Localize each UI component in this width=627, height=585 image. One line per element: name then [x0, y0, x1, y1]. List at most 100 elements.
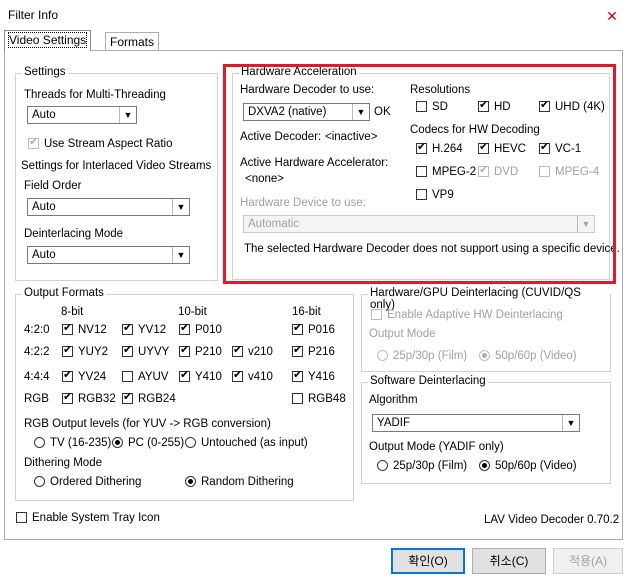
chevron-down-icon: ▼: [172, 247, 189, 263]
row-444-label: 4:4:4: [24, 371, 50, 383]
fmt-p010-checkbox[interactable]: [179, 322, 190, 335]
field-order-select[interactable]: Auto ▼: [27, 198, 190, 216]
hw-deint-video-label: 50p/60p (Video): [495, 350, 577, 362]
chevron-down-icon: ▼: [119, 107, 136, 123]
highlight-box: [223, 64, 616, 284]
fmt-v210-checkbox[interactable]: [232, 344, 243, 357]
tab-video-settings-label: Video Settings: [7, 32, 88, 48]
fmt-yuy2-label: YUY2: [78, 346, 109, 358]
fmt-uyvy-label: UYVY: [138, 346, 170, 358]
tab-video-settings[interactable]: Video Settings: [4, 30, 92, 51]
hw-deint-outmode-label: Output Mode: [369, 328, 436, 340]
ok-button[interactable]: 확인(O): [391, 548, 465, 574]
sw-deint-label: Software Deinterlacing: [368, 375, 488, 387]
col-8bit-label: 8-bit: [61, 306, 84, 318]
dither-ordered-label: Ordered Dithering: [50, 476, 142, 488]
fmt-yuy2-checkbox[interactable]: [62, 344, 73, 357]
hw-deint-enable-label: Enable Adaptive HW Deinterlacing: [387, 309, 563, 321]
deint-mode-select[interactable]: Auto ▼: [27, 246, 190, 264]
sw-algo-select[interactable]: YADIF ▼: [372, 414, 580, 432]
fmt-y410-label: Y410: [195, 371, 222, 383]
deint-mode-value: Auto: [32, 249, 56, 261]
fmt-yv24-checkbox[interactable]: [62, 369, 73, 382]
level-pc-radio[interactable]: [112, 437, 123, 448]
level-untouched-radio[interactable]: [185, 437, 196, 448]
level-untouched-label: Untouched (as input): [201, 437, 308, 449]
col-10bit-label: 10-bit: [178, 306, 207, 318]
deint-mode-label: Deinterlacing Mode: [24, 228, 124, 240]
hw-deint-video-radio[interactable]: [479, 350, 490, 361]
fmt-ayuv-checkbox[interactable]: [122, 371, 133, 382]
row-422-label: 4:2:2: [24, 346, 50, 358]
tray-icon-checkbox[interactable]: [16, 512, 27, 523]
chevron-down-icon: ▼: [562, 415, 579, 431]
fmt-y416-label: Y416: [308, 371, 335, 383]
fmt-rgb48-label: RGB48: [308, 393, 346, 405]
dither-random-radio[interactable]: [185, 476, 196, 487]
sw-video-radio[interactable]: [479, 460, 490, 471]
window-title: Filter Info: [8, 8, 59, 22]
fmt-rgb24-checkbox[interactable]: [122, 391, 133, 404]
field-order-value: Auto: [32, 201, 56, 213]
sw-video-label: 50p/60p (Video): [495, 460, 577, 472]
apply-button[interactable]: 적용(A): [553, 548, 623, 574]
version-label: LAV Video Decoder 0.70.2: [484, 514, 620, 526]
fmt-rgb32-checkbox[interactable]: [62, 391, 73, 404]
hw-deint-enable-checkbox[interactable]: [371, 309, 382, 320]
sw-film-label: 25p/30p (Film): [393, 460, 468, 472]
fmt-p216-checkbox[interactable]: [292, 344, 303, 357]
level-tv-label: TV (16-235): [50, 437, 112, 449]
fmt-v410-checkbox[interactable]: [232, 369, 243, 382]
cancel-button[interactable]: 취소(C): [472, 548, 546, 574]
stream-aspect-label: Use Stream Aspect Ratio: [44, 138, 173, 150]
hw-deint-film-radio[interactable]: [377, 350, 388, 361]
hw-deint-film-label: 25p/30p (Film): [393, 350, 468, 362]
chevron-down-icon: ▼: [172, 199, 189, 215]
col-16bit-label: 16-bit: [292, 306, 321, 318]
fmt-yv24-label: YV24: [78, 371, 107, 383]
hw-deint-label: Hardware/GPU Deinterlacing (CUVID/QS onl…: [368, 287, 610, 311]
fmt-nv12-checkbox[interactable]: [62, 322, 73, 335]
level-pc-label: PC (0-255): [128, 437, 185, 449]
row-420-label: 4:2:0: [24, 324, 50, 336]
output-formats-label: Output Formats: [22, 287, 106, 299]
fmt-v410-label: v410: [248, 371, 273, 383]
fmt-p010-label: P010: [195, 324, 222, 336]
tab-formats-label: Formats: [110, 35, 155, 49]
threads-value: Auto: [32, 109, 56, 121]
threads-label: Threads for Multi-Threading: [24, 89, 166, 101]
close-icon[interactable]: ✕: [602, 6, 622, 26]
sw-film-radio[interactable]: [377, 460, 388, 471]
fmt-yv12-label: YV12: [138, 324, 167, 336]
fmt-yv12-checkbox[interactable]: [122, 322, 133, 335]
fmt-rgb24-label: RGB24: [138, 393, 176, 405]
tab-formats[interactable]: Formats: [105, 32, 160, 51]
fmt-rgb32-label: RGB32: [78, 393, 116, 405]
fmt-y416-checkbox[interactable]: [292, 369, 303, 382]
fmt-p216-label: P216: [308, 346, 335, 358]
rgb-levels-label: RGB Output levels (for YUV -> RGB conver…: [24, 418, 271, 430]
sw-algo-label: Algorithm: [369, 394, 418, 406]
dither-label: Dithering Mode: [24, 457, 102, 469]
fmt-nv12-label: NV12: [78, 324, 107, 336]
fmt-p210-label: P210: [195, 346, 222, 358]
field-order-label: Field Order: [24, 180, 82, 192]
dither-random-label: Random Dithering: [201, 476, 294, 488]
row-rgb-label: RGB: [24, 393, 49, 405]
sw-algo-value: YADIF: [377, 417, 411, 429]
fmt-y410-checkbox[interactable]: [179, 369, 190, 382]
fmt-p016-checkbox[interactable]: [292, 322, 303, 335]
threads-select[interactable]: Auto ▼: [27, 106, 137, 124]
level-tv-radio[interactable]: [34, 437, 45, 448]
fmt-p016-label: P016: [308, 324, 335, 336]
fmt-p210-checkbox[interactable]: [179, 344, 190, 357]
stream-aspect-checkbox[interactable]: [28, 136, 39, 149]
sw-outmode-label: Output Mode (YADIF only): [369, 441, 504, 453]
settings-group-label: Settings: [22, 66, 68, 78]
fmt-rgb48-checkbox[interactable]: [292, 393, 303, 404]
interlaced-heading: Settings for Interlaced Video Streams: [21, 160, 212, 172]
tray-icon-label: Enable System Tray Icon: [32, 512, 160, 524]
fmt-ayuv-label: AYUV: [138, 371, 169, 383]
fmt-uyvy-checkbox[interactable]: [122, 344, 133, 357]
dither-ordered-radio[interactable]: [34, 476, 45, 487]
